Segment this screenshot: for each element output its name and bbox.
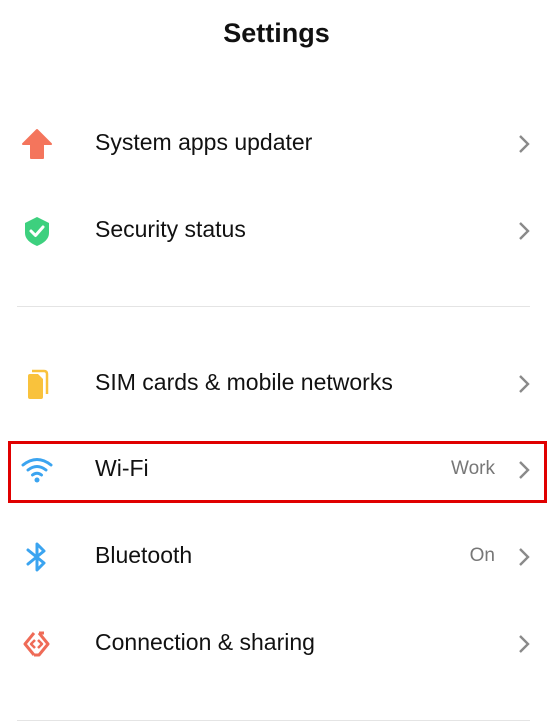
page-title: Settings xyxy=(223,18,330,48)
item-label: Connection & sharing xyxy=(95,629,315,655)
shield-check-icon xyxy=(20,215,54,247)
chevron-right-icon xyxy=(517,460,531,480)
settings-item-sim-cards[interactable]: SIM cards & mobile networks xyxy=(0,354,553,414)
wifi-network-value: Work xyxy=(451,458,495,479)
wifi-icon xyxy=(20,454,54,486)
settings-item-wifi[interactable]: Wi-Fi Work xyxy=(0,440,553,500)
item-label: Security status xyxy=(95,216,246,242)
chevron-right-icon xyxy=(517,547,531,567)
connection-sharing-icon xyxy=(20,628,54,660)
chevron-right-icon xyxy=(517,374,531,394)
section-divider xyxy=(17,306,530,307)
item-label: Bluetooth xyxy=(95,542,193,568)
arrow-up-icon xyxy=(20,128,54,160)
item-label: SIM cards & mobile networks xyxy=(95,369,393,395)
settings-item-system-apps-updater[interactable]: System apps updater xyxy=(0,114,553,174)
section-divider xyxy=(17,720,530,721)
chevron-right-icon xyxy=(517,134,531,154)
chevron-right-icon xyxy=(517,634,531,654)
settings-item-security-status[interactable]: Security status xyxy=(0,201,553,261)
item-label: Wi-Fi xyxy=(95,455,149,481)
settings-item-connection-sharing[interactable]: Connection & sharing xyxy=(0,614,553,674)
settings-item-bluetooth[interactable]: Bluetooth On xyxy=(0,527,553,587)
bluetooth-icon xyxy=(20,541,54,573)
chevron-right-icon xyxy=(517,221,531,241)
sim-cards-icon xyxy=(20,368,54,400)
item-label: System apps updater xyxy=(95,129,313,155)
bluetooth-status-value: On xyxy=(469,545,495,566)
